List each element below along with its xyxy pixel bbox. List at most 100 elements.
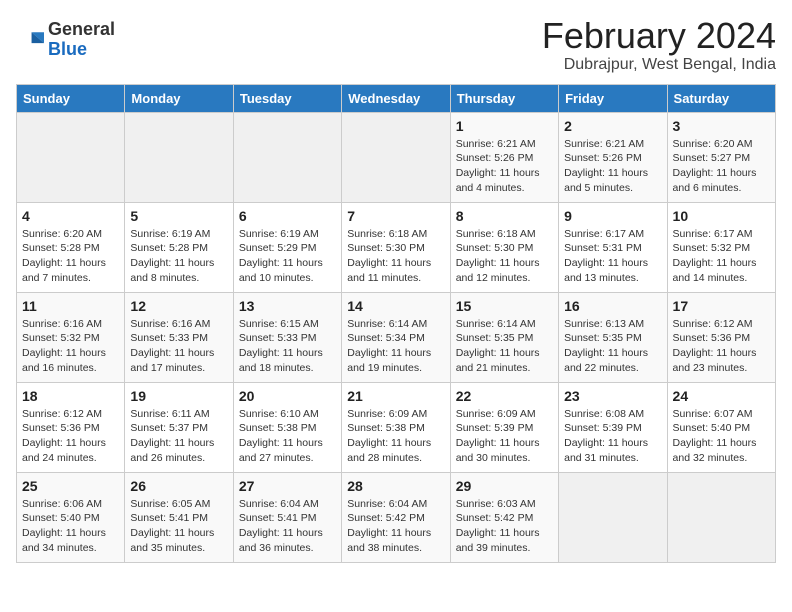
calendar-cell: 6 Sunrise: 6:19 AM Sunset: 5:29 PM Daylig… (233, 202, 341, 292)
day-info: Sunrise: 6:18 AM Sunset: 5:30 PM Dayligh… (456, 227, 553, 286)
calendar-cell: 8 Sunrise: 6:18 AM Sunset: 5:30 PM Daylig… (450, 202, 558, 292)
week-row-4: 18Sunrise: 6:12 AM Sunset: 5:36 PM Dayli… (17, 382, 776, 472)
day-number: 25 (22, 478, 119, 494)
day-info: Sunrise: 6:20 AM Sunset: 5:28 PM Dayligh… (22, 227, 119, 286)
calendar-table: SundayMondayTuesdayWednesdayThursdayFrid… (16, 84, 776, 563)
day-info: Sunrise: 6:14 AM Sunset: 5:34 PM Dayligh… (347, 317, 444, 376)
day-info: Sunrise: 6:21 AM Sunset: 5:26 PM Dayligh… (456, 137, 553, 196)
calendar-title: February 2024 (542, 16, 776, 56)
day-info: Sunrise: 6:12 AM Sunset: 5:36 PM Dayligh… (673, 317, 770, 376)
day-info: Sunrise: 6:12 AM Sunset: 5:36 PM Dayligh… (22, 407, 119, 466)
calendar-cell: 12 Sunrise: 6:16 AM Sunset: 5:33 PM Dayli… (125, 292, 233, 382)
column-header-wednesday: Wednesday (342, 84, 450, 112)
logo: General Blue (16, 20, 115, 60)
day-number: 4 (22, 208, 119, 224)
calendar-cell: 17 Sunrise: 6:12 AM Sunset: 5:36 PM Dayli… (667, 292, 775, 382)
day-number: 26 (130, 478, 227, 494)
day-number: 10 (673, 208, 770, 224)
day-info: Sunrise: 6:17 AM Sunset: 5:32 PM Dayligh… (673, 227, 770, 286)
header-row: SundayMondayTuesdayWednesdayThursdayFrid… (17, 84, 776, 112)
day-number: 12 (130, 298, 227, 314)
calendar-cell: 15 Sunrise: 6:14 AM Sunset: 5:35 PM Dayli… (450, 292, 558, 382)
day-number: 19 (130, 388, 227, 404)
day-number: 16 (564, 298, 661, 314)
calendar-cell (17, 112, 125, 202)
day-info: Sunrise: 6:18 AM Sunset: 5:30 PM Dayligh… (347, 227, 444, 286)
day-number: 27 (239, 478, 336, 494)
day-number: 1 (456, 118, 553, 134)
day-info: Sunrise: 6:09 AM Sunset: 5:38 PM Dayligh… (347, 407, 444, 466)
day-info: Sunrise: 6:16 AM Sunset: 5:32 PM Dayligh… (22, 317, 119, 376)
logo-general-text: General (48, 20, 115, 40)
day-info: Sunrise: 6:17 AM Sunset: 5:31 PM Dayligh… (564, 227, 661, 286)
day-info: Sunrise: 6:04 AM Sunset: 5:42 PM Dayligh… (347, 497, 444, 556)
title-area: February 2024 Dubrajpur, West Bengal, In… (542, 16, 776, 74)
calendar-cell: 22 Sunrise: 6:09 AM Sunset: 5:39 PM Dayli… (450, 382, 558, 472)
column-header-thursday: Thursday (450, 84, 558, 112)
calendar-cell: 11Sunrise: 6:16 AM Sunset: 5:32 PM Dayli… (17, 292, 125, 382)
day-info: Sunrise: 6:09 AM Sunset: 5:39 PM Dayligh… (456, 407, 553, 466)
day-number: 13 (239, 298, 336, 314)
calendar-header: SundayMondayTuesdayWednesdayThursdayFrid… (17, 84, 776, 112)
calendar-cell: 19 Sunrise: 6:11 AM Sunset: 5:37 PM Dayli… (125, 382, 233, 472)
day-number: 22 (456, 388, 553, 404)
calendar-subtitle: Dubrajpur, West Bengal, India (542, 56, 776, 74)
day-info: Sunrise: 6:14 AM Sunset: 5:35 PM Dayligh… (456, 317, 553, 376)
day-number: 8 (456, 208, 553, 224)
day-number: 17 (673, 298, 770, 314)
day-number: 20 (239, 388, 336, 404)
day-info: Sunrise: 6:11 AM Sunset: 5:37 PM Dayligh… (130, 407, 227, 466)
day-number: 9 (564, 208, 661, 224)
calendar-cell (125, 112, 233, 202)
column-header-monday: Monday (125, 84, 233, 112)
day-info: Sunrise: 6:05 AM Sunset: 5:41 PM Dayligh… (130, 497, 227, 556)
calendar-cell: 24 Sunrise: 6:07 AM Sunset: 5:40 PM Dayli… (667, 382, 775, 472)
day-info: Sunrise: 6:19 AM Sunset: 5:28 PM Dayligh… (130, 227, 227, 286)
week-row-5: 25 Sunrise: 6:06 AM Sunset: 5:40 PM Dayli… (17, 472, 776, 562)
day-number: 24 (673, 388, 770, 404)
day-info: Sunrise: 6:08 AM Sunset: 5:39 PM Dayligh… (564, 407, 661, 466)
day-number: 21 (347, 388, 444, 404)
day-info: Sunrise: 6:19 AM Sunset: 5:29 PM Dayligh… (239, 227, 336, 286)
calendar-cell (342, 112, 450, 202)
logo-blue-text: Blue (48, 40, 115, 60)
day-number: 6 (239, 208, 336, 224)
calendar-cell: 20 Sunrise: 6:10 AM Sunset: 5:38 PM Dayli… (233, 382, 341, 472)
day-number: 7 (347, 208, 444, 224)
day-number: 28 (347, 478, 444, 494)
day-number: 15 (456, 298, 553, 314)
calendar-cell (233, 112, 341, 202)
calendar-cell: 16 Sunrise: 6:13 AM Sunset: 5:35 PM Dayli… (559, 292, 667, 382)
day-info: Sunrise: 6:07 AM Sunset: 5:40 PM Dayligh… (673, 407, 770, 466)
day-info: Sunrise: 6:03 AM Sunset: 5:42 PM Dayligh… (456, 497, 553, 556)
calendar-cell (667, 472, 775, 562)
day-info: Sunrise: 6:16 AM Sunset: 5:33 PM Dayligh… (130, 317, 227, 376)
calendar-cell: 1 Sunrise: 6:21 AM Sunset: 5:26 PM Daylig… (450, 112, 558, 202)
day-number: 5 (130, 208, 227, 224)
day-info: Sunrise: 6:13 AM Sunset: 5:35 PM Dayligh… (564, 317, 661, 376)
day-info: Sunrise: 6:21 AM Sunset: 5:26 PM Dayligh… (564, 137, 661, 196)
column-header-friday: Friday (559, 84, 667, 112)
column-header-tuesday: Tuesday (233, 84, 341, 112)
calendar-cell: 26 Sunrise: 6:05 AM Sunset: 5:41 PM Dayli… (125, 472, 233, 562)
logo-icon (16, 26, 44, 54)
calendar-cell: 23Sunrise: 6:08 AM Sunset: 5:39 PM Dayli… (559, 382, 667, 472)
day-info: Sunrise: 6:15 AM Sunset: 5:33 PM Dayligh… (239, 317, 336, 376)
calendar-cell: 27 Sunrise: 6:04 AM Sunset: 5:41 PM Dayli… (233, 472, 341, 562)
day-info: Sunrise: 6:10 AM Sunset: 5:38 PM Dayligh… (239, 407, 336, 466)
day-info: Sunrise: 6:06 AM Sunset: 5:40 PM Dayligh… (22, 497, 119, 556)
calendar-cell (559, 472, 667, 562)
day-info: Sunrise: 6:04 AM Sunset: 5:41 PM Dayligh… (239, 497, 336, 556)
day-number: 2 (564, 118, 661, 134)
calendar-cell: 29 Sunrise: 6:03 AM Sunset: 5:42 PM Dayli… (450, 472, 558, 562)
calendar-cell: 25 Sunrise: 6:06 AM Sunset: 5:40 PM Dayli… (17, 472, 125, 562)
day-number: 14 (347, 298, 444, 314)
calendar-cell: 3Sunrise: 6:20 AM Sunset: 5:27 PM Daylig… (667, 112, 775, 202)
calendar-cell: 18Sunrise: 6:12 AM Sunset: 5:36 PM Dayli… (17, 382, 125, 472)
day-number: 3 (673, 118, 770, 134)
calendar-cell: 2 Sunrise: 6:21 AM Sunset: 5:26 PM Daylig… (559, 112, 667, 202)
column-header-saturday: Saturday (667, 84, 775, 112)
calendar-cell: 10 Sunrise: 6:17 AM Sunset: 5:32 PM Dayli… (667, 202, 775, 292)
day-number: 29 (456, 478, 553, 494)
week-row-2: 4 Sunrise: 6:20 AM Sunset: 5:28 PM Daylig… (17, 202, 776, 292)
